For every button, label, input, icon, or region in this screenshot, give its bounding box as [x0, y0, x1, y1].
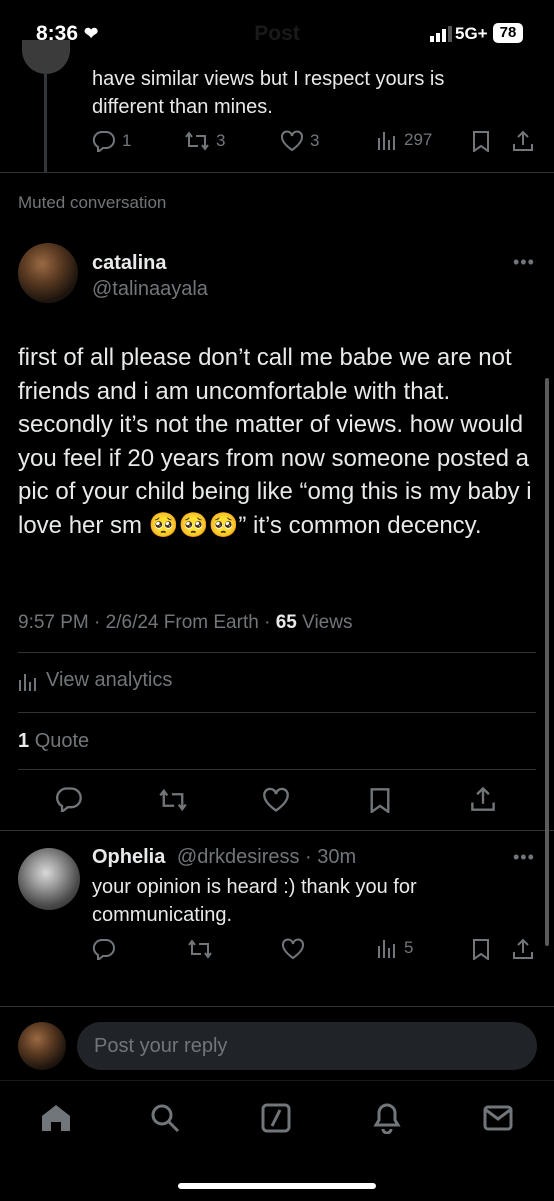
- reply-handle[interactable]: @drkdesiress: [177, 846, 300, 868]
- bookmark-icon: [473, 939, 489, 960]
- reply-avatar[interactable]: [18, 848, 80, 910]
- post-text: first of all please don’t call me babe w…: [18, 344, 532, 539]
- post-meta: 9:57 PM · 2/6/24 From Earth · 65 Views: [18, 612, 353, 633]
- reply-share-button[interactable]: [512, 938, 534, 960]
- repost-icon: [188, 939, 212, 959]
- main-bookmark-button[interactable]: [368, 787, 392, 813]
- analytics-icon: [378, 940, 395, 958]
- main-share-button[interactable]: [470, 786, 496, 812]
- repost-icon: [159, 788, 187, 812]
- notifications-icon: [373, 1103, 401, 1134]
- views-count: 65: [275, 612, 297, 633]
- heart-outline-icon: [282, 938, 304, 960]
- muted-label: Muted conversation: [18, 193, 167, 212]
- reply-time: 30m: [317, 846, 357, 868]
- signal-icon: [430, 26, 452, 42]
- home-icon: [42, 1105, 70, 1131]
- share-icon: [471, 786, 495, 811]
- author-name[interactable]: catalina: [92, 252, 166, 275]
- composer-avatar: [18, 1022, 66, 1070]
- scrollbar[interactable]: [545, 378, 549, 946]
- nav-search[interactable]: [150, 1103, 180, 1133]
- view-analytics-link[interactable]: View analytics: [18, 669, 172, 692]
- main-repost-button[interactable]: [158, 787, 188, 813]
- main-like-button[interactable]: [262, 787, 290, 813]
- author-handle[interactable]: @talinaayala: [92, 278, 208, 301]
- post-date: 2/6/24: [105, 612, 159, 633]
- reply-placeholder: Post your reply: [94, 1035, 228, 1057]
- reply-button[interactable]: 1: [92, 130, 131, 152]
- views-button[interactable]: 297: [376, 130, 432, 150]
- repost-button[interactable]: 3: [184, 130, 225, 152]
- main-reply-button[interactable]: [55, 786, 83, 812]
- grok-icon: [261, 1103, 291, 1133]
- nav-home[interactable]: [40, 1103, 72, 1133]
- reply-more-icon[interactable]: •••: [513, 847, 535, 868]
- reply-name[interactable]: Ophelia: [92, 846, 165, 868]
- thread-line: [44, 74, 47, 172]
- reply-input[interactable]: Post your reply: [77, 1022, 537, 1070]
- reply-reply-button[interactable]: [92, 938, 116, 960]
- messages-icon: [483, 1105, 513, 1131]
- battery-icon: 78: [493, 23, 523, 43]
- bookmark-icon: [473, 131, 489, 152]
- share-button[interactable]: [512, 130, 534, 152]
- analytics-icon: [378, 132, 395, 150]
- more-options-icon[interactable]: •••: [513, 252, 535, 273]
- reply-bookmark-button[interactable]: [471, 938, 491, 960]
- search-icon: [151, 1104, 180, 1133]
- quote-count[interactable]: 1 Quote: [18, 730, 89, 753]
- nav-notifications[interactable]: [372, 1102, 402, 1134]
- reply-like-button[interactable]: [281, 938, 305, 960]
- repost-icon: [185, 131, 209, 151]
- reply-icon: [92, 130, 115, 152]
- main-avatar[interactable]: [18, 243, 78, 303]
- views-label: Views: [302, 612, 353, 633]
- home-indicator: [178, 1183, 376, 1189]
- nav-messages[interactable]: [483, 1105, 513, 1131]
- heart-outline-icon: [263, 787, 289, 812]
- prev-post-text: have similar views but I respect yours i…: [92, 68, 445, 118]
- share-icon: [513, 130, 533, 151]
- network-label: 5G+: [455, 24, 488, 43]
- reply-icon: [56, 787, 82, 812]
- heart-outline-icon: [281, 130, 303, 152]
- prev-avatar[interactable]: [22, 40, 70, 74]
- reply-icon: [92, 938, 115, 960]
- bookmark-icon: [370, 788, 390, 813]
- bookmark-button[interactable]: [471, 130, 491, 152]
- post-time: 9:57 PM: [18, 612, 89, 633]
- reply-repost-button[interactable]: [187, 938, 213, 960]
- analytics-icon: [19, 673, 36, 691]
- share-icon: [513, 938, 533, 959]
- post-source: From Earth: [163, 612, 259, 633]
- reply-header: Ophelia @drkdesiress · 30m: [92, 846, 357, 868]
- reply-text: your opinion is heard :) thank you for c…: [92, 876, 417, 926]
- nav-grok[interactable]: [261, 1103, 291, 1133]
- like-button[interactable]: 3: [280, 130, 319, 152]
- reply-views-button[interactable]: 5: [376, 938, 413, 958]
